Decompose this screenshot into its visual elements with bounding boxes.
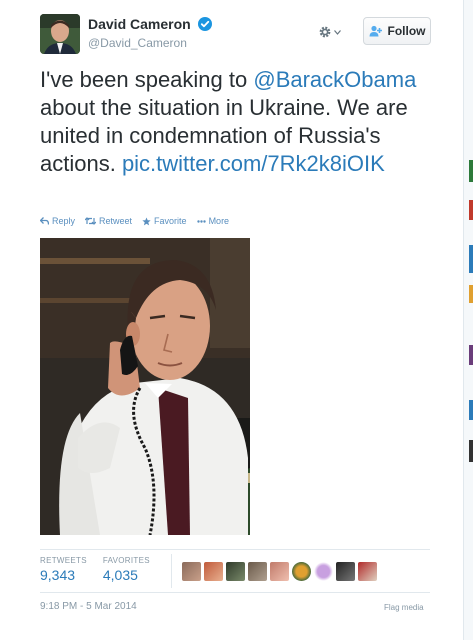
chevron-down-icon xyxy=(334,29,341,35)
favorite-button[interactable]: Favorite xyxy=(142,216,187,226)
reply-button[interactable]: Reply xyxy=(40,216,75,226)
add-user-icon xyxy=(369,25,382,37)
gear-icon xyxy=(319,26,331,38)
user-actions-dropdown[interactable] xyxy=(318,22,350,42)
favoriter-avatar[interactable] xyxy=(248,562,267,581)
retweets-count: 9,343 xyxy=(40,567,76,583)
stats-separator xyxy=(171,554,172,588)
edge-mark xyxy=(469,440,473,462)
tweet-timestamp[interactable]: 9:18 PM - 5 Mar 2014 xyxy=(40,601,137,612)
tweet-card: David Cameron @David_Cameron Follow I've… xyxy=(0,0,463,640)
favoriter-avatar[interactable] xyxy=(292,562,311,581)
star-icon xyxy=(142,216,151,225)
page-edge xyxy=(463,0,473,640)
retweet-button[interactable]: Retweet xyxy=(85,216,132,226)
tweet-stats: RETWEETS 9,343 FAVORITES 4,035 xyxy=(40,556,166,583)
favorites-stat[interactable]: FAVORITES 4,035 xyxy=(103,556,150,583)
tweet-text: I've been speaking to @BarackObama about… xyxy=(40,66,430,178)
tweet-actions: Reply Retweet Favorite More xyxy=(40,216,229,226)
divider xyxy=(40,592,430,593)
favoriter-avatar[interactable] xyxy=(182,562,201,581)
reply-label: Reply xyxy=(52,216,76,226)
flag-media-link[interactable]: Flag media xyxy=(384,603,424,612)
follow-button[interactable]: Follow xyxy=(363,17,431,45)
avatar-photo xyxy=(40,14,80,54)
more-dots-icon xyxy=(196,219,206,223)
edge-mark xyxy=(469,345,473,365)
mention-link[interactable]: @BarackObama xyxy=(253,67,416,92)
favoriter-avatar[interactable] xyxy=(270,562,289,581)
user-fullname[interactable]: David Cameron xyxy=(88,16,191,32)
phone-call-photo xyxy=(40,238,250,535)
name-block: David Cameron @David_Cameron xyxy=(88,16,213,50)
tweet-photo[interactable] xyxy=(40,238,250,535)
retweet-icon xyxy=(85,217,97,225)
favorites-label: FAVORITES xyxy=(102,556,150,565)
more-button[interactable]: More xyxy=(196,216,230,226)
favoriter-avatar[interactable] xyxy=(226,562,245,581)
edge-mark xyxy=(469,160,473,182)
retweets-stat[interactable]: RETWEETS 9,343 xyxy=(40,556,87,583)
reply-icon xyxy=(40,217,49,225)
edge-mark xyxy=(469,200,473,220)
avatar[interactable] xyxy=(40,14,80,54)
pic-link[interactable]: pic.twitter.com/7Rk2k8iOIK xyxy=(122,151,385,176)
divider xyxy=(40,549,430,550)
favorites-count: 4,035 xyxy=(102,567,138,583)
favoriter-avatar[interactable] xyxy=(204,562,223,581)
follow-label: Follow xyxy=(387,24,426,38)
tweet-header: David Cameron @David_Cameron Follow xyxy=(40,14,432,56)
favoriter-avatar[interactable] xyxy=(314,562,333,581)
edge-mark xyxy=(469,245,473,273)
favoriter-avatar[interactable] xyxy=(336,562,355,581)
retweet-label: Retweet xyxy=(99,216,133,226)
favorite-label: Favorite xyxy=(154,216,187,226)
favoriters-list xyxy=(182,562,377,581)
verified-badge-icon xyxy=(198,17,213,31)
more-label: More xyxy=(208,216,230,226)
user-screenname[interactable]: @David_Cameron xyxy=(88,36,212,50)
retweets-label: RETWEETS xyxy=(40,556,87,565)
favoriter-avatar[interactable] xyxy=(358,562,377,581)
tweet-text-segment: I've been speaking to xyxy=(40,67,254,92)
edge-mark xyxy=(469,400,473,420)
edge-mark xyxy=(469,285,473,303)
